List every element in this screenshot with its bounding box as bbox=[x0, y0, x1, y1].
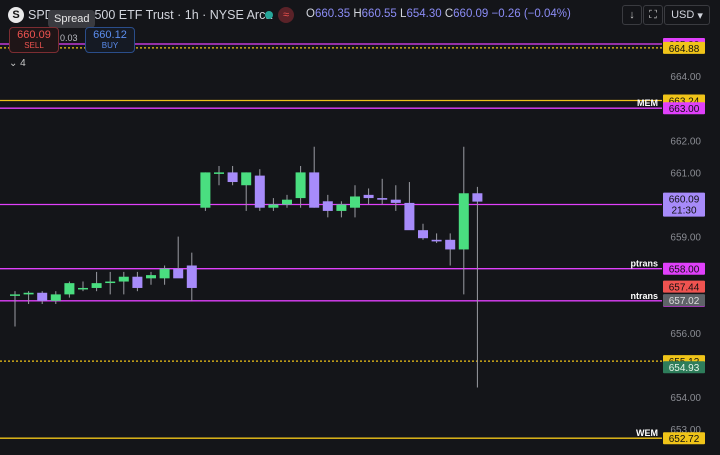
ohlc-low-value: 654.30 bbox=[406, 8, 442, 20]
ohlc-close-key: C bbox=[444, 8, 454, 20]
download-icon[interactable]: ↓ bbox=[622, 5, 642, 25]
price-chart[interactable]: 665.00664.00662.00661.00659.00656.00654.… bbox=[0, 0, 720, 455]
candle-body bbox=[173, 268, 184, 279]
candle-body bbox=[254, 175, 265, 208]
candle-body bbox=[431, 239, 442, 242]
currency-select[interactable]: USD ▾ bbox=[664, 5, 710, 25]
level-label: MEM bbox=[637, 98, 658, 108]
data-status-icon[interactable]: ≈ bbox=[278, 7, 294, 23]
candle-body bbox=[241, 172, 252, 186]
ohlc-high-value: 660.55 bbox=[361, 8, 397, 20]
spread-value: 0.03 bbox=[60, 33, 78, 43]
candle-body bbox=[363, 194, 374, 199]
y-axis-tick-label: 662.00 bbox=[670, 136, 701, 147]
candle-body bbox=[309, 172, 320, 208]
y-axis-tick-label: 656.00 bbox=[670, 329, 701, 340]
candle-body bbox=[105, 281, 116, 284]
sell-price: 660.09 bbox=[17, 29, 51, 41]
level-label: WEM bbox=[636, 428, 658, 438]
level-label: ntrans bbox=[630, 291, 658, 301]
candle-body bbox=[350, 196, 360, 208]
currency-value: USD bbox=[671, 9, 695, 21]
candle-body bbox=[472, 193, 483, 202]
candle-body bbox=[118, 276, 129, 282]
ohlc-open-value: 660.35 bbox=[314, 8, 351, 20]
sell-button[interactable]: 660.09 SELL bbox=[9, 27, 59, 53]
candle-body bbox=[295, 172, 306, 199]
ohlc-open-key: O bbox=[306, 8, 315, 20]
countdown-label: 21:30 bbox=[671, 206, 696, 217]
ohlc-high-key: H bbox=[353, 8, 362, 20]
price-tag-label: 654.93 bbox=[669, 363, 700, 374]
buy-price: 660.12 bbox=[93, 29, 127, 41]
candle-body bbox=[214, 172, 224, 174]
candle-body bbox=[377, 198, 388, 200]
candle-body bbox=[91, 283, 102, 288]
spread-tooltip: Spread bbox=[48, 10, 96, 28]
candle-body bbox=[445, 239, 456, 250]
symbol-logo-icon: S bbox=[8, 7, 24, 23]
buy-button[interactable]: 660.12 BUY bbox=[85, 27, 135, 53]
level-label: ptrans bbox=[630, 259, 658, 269]
candle-body bbox=[268, 204, 279, 208]
y-axis-tick-label: 661.00 bbox=[670, 168, 701, 179]
chevron-down-icon: ▾ bbox=[697, 9, 703, 22]
price-change: −0.26 (−0.04%) bbox=[491, 8, 571, 20]
candle-body bbox=[23, 292, 34, 295]
market-open-indicator-icon bbox=[265, 11, 273, 19]
price-tag-label: 657.02 bbox=[669, 296, 700, 307]
candle-body bbox=[418, 230, 428, 239]
price-tag-label: 658.00 bbox=[669, 265, 700, 276]
price-tag-label: 663.00 bbox=[669, 104, 700, 115]
y-axis-tick-label: 654.00 bbox=[670, 393, 701, 404]
candle-body bbox=[404, 202, 415, 231]
buy-label: BUY bbox=[101, 41, 119, 50]
ohlc-close-value: 660.09 bbox=[453, 8, 489, 20]
fullscreen-icon[interactable]: ⛶ bbox=[643, 5, 663, 25]
candle-body bbox=[200, 172, 211, 208]
candle-body bbox=[186, 265, 197, 288]
sell-label: SELL bbox=[24, 41, 44, 50]
candle-body bbox=[336, 204, 347, 211]
candle-body bbox=[227, 172, 238, 183]
candle-body bbox=[37, 292, 48, 301]
candle-body bbox=[322, 201, 333, 211]
candle-body bbox=[282, 199, 292, 205]
current-price-label: 660.09 bbox=[669, 195, 700, 206]
candle-body bbox=[50, 294, 61, 301]
y-axis-tick-label: 664.00 bbox=[670, 72, 701, 83]
candle-body bbox=[132, 276, 143, 288]
y-axis-tick-label: 659.00 bbox=[670, 233, 701, 244]
price-tag-label: 652.72 bbox=[669, 434, 700, 445]
candle-body bbox=[146, 275, 156, 279]
chart-header: S SPDR S&P 500 ETF Trust · 1h · NYSE Arc… bbox=[0, 0, 720, 30]
candle-body bbox=[64, 283, 75, 295]
price-tag-label: 664.88 bbox=[669, 44, 700, 55]
price-tag-label: 657.44 bbox=[669, 283, 700, 294]
ohlc-readout: O660.35 H660.55 L654.30 C660.09 −0.26 (−… bbox=[306, 8, 571, 20]
indicators-toggle[interactable]: ⌄ 4 bbox=[9, 58, 26, 69]
candle-body bbox=[159, 268, 170, 279]
candle-body bbox=[10, 294, 20, 296]
candle-body bbox=[78, 287, 88, 290]
candle-body bbox=[390, 199, 401, 203]
candle-body bbox=[458, 193, 469, 250]
